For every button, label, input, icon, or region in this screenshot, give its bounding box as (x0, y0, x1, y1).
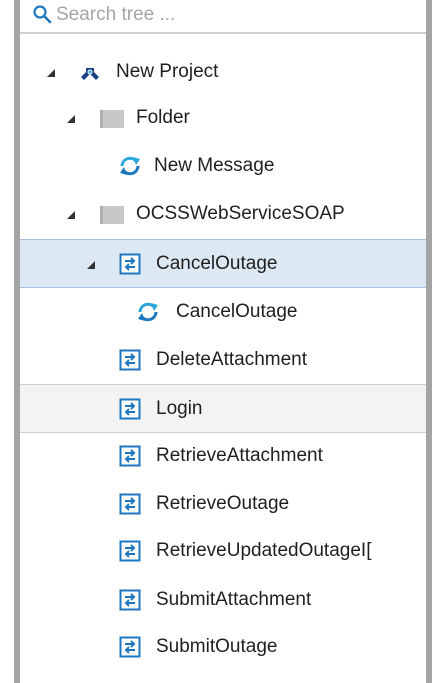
search-box (20, 0, 426, 34)
soap-operation-icon (119, 589, 141, 611)
soap-operation-icon (119, 349, 141, 371)
soap-operation-icon (119, 636, 141, 658)
tree-node-label: CancelOutage (156, 253, 278, 274)
tree-node-operation[interactable]: CancelOutage (20, 239, 426, 288)
search-icon[interactable] (32, 4, 52, 24)
folder-icon (100, 206, 124, 224)
tree-node-label: New Message (154, 155, 275, 176)
tree-pane: New Project Folder New Message OCSSWebSe… (20, 0, 426, 683)
tree-node-operation[interactable]: DeleteAttachment (20, 336, 426, 385)
soap-operation-icon (119, 493, 141, 515)
tree-node-label: RetrieveOutage (156, 493, 290, 514)
folder-icon (100, 110, 124, 128)
tree-node-label: Login (156, 398, 203, 419)
tree-node-label: SubmitAttachment (156, 589, 312, 610)
tree-node-new-project[interactable]: New Project (20, 48, 426, 97)
expanded-arrow-icon[interactable] (46, 68, 56, 78)
tree-node-operation[interactable]: SubmitAttachment (20, 576, 426, 625)
tree-node-label: DeleteAttachment (156, 349, 308, 370)
tree-node-label: CancelOutage (176, 301, 298, 322)
expanded-arrow-icon[interactable] (86, 260, 96, 270)
soap-operation-icon (119, 540, 141, 562)
tree-node-operation[interactable]: Login (20, 384, 426, 433)
soap-operation-icon (119, 253, 141, 275)
refresh-icon (138, 302, 158, 322)
tree-node-service[interactable]: OCSSWebServiceSOAP (20, 190, 426, 239)
tree-node-label: Folder (136, 107, 190, 128)
tree-node-message[interactable]: CancelOutage (20, 288, 426, 337)
tree-node-label: RetrieveAttachment (156, 445, 323, 466)
expanded-arrow-icon[interactable] (66, 210, 76, 220)
tree-node-label: OCSSWebServiceSOAP (136, 203, 345, 224)
tree-node-label: New Project (116, 61, 219, 82)
tree-node-operation[interactable]: RetrieveAttachment (20, 432, 426, 481)
tree-node-new-message[interactable]: New Message (20, 142, 426, 191)
tree-node-operation[interactable]: RetrieveOutage (20, 480, 426, 529)
search-input[interactable] (56, 0, 416, 30)
soap-operation-icon (119, 398, 141, 420)
pane-right-border (426, 0, 432, 683)
soap-operation-icon (119, 445, 141, 467)
tree-node-operation[interactable]: RetrieveUpdatedOutageI[ (20, 527, 426, 576)
project-icon (81, 63, 99, 80)
expanded-arrow-icon[interactable] (66, 114, 76, 124)
refresh-icon (120, 156, 140, 176)
tree-node-label: SubmitOutage (156, 636, 278, 657)
tree-node-operation[interactable]: SubmitOutage (20, 623, 426, 672)
tree-node-folder[interactable]: Folder (20, 94, 426, 143)
tree-node-label: RetrieveUpdatedOutageI[ (156, 540, 372, 561)
